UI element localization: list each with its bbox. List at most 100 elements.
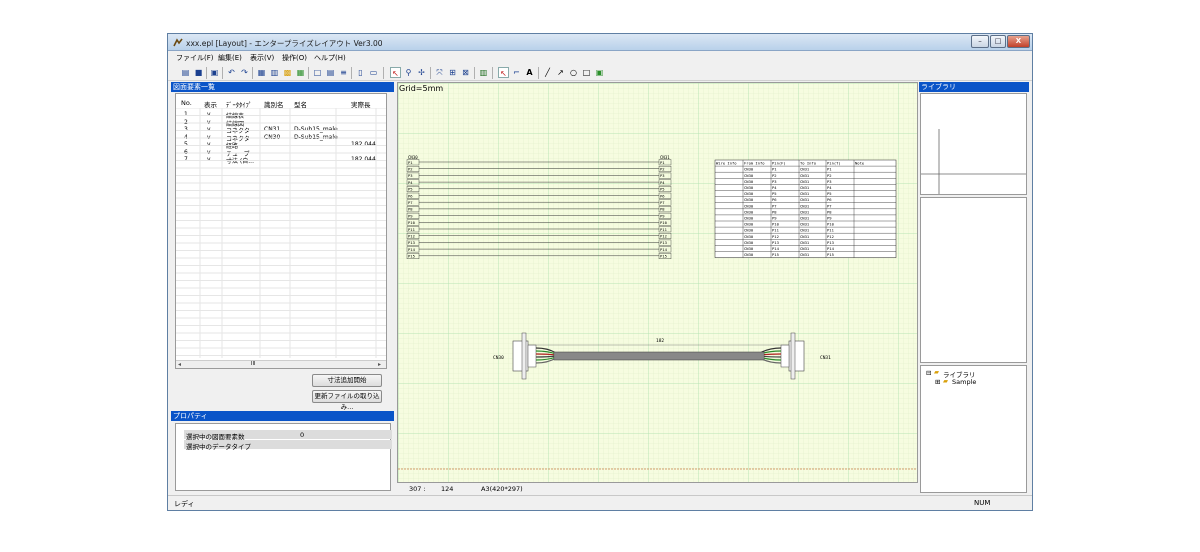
minimize-button[interactable]: – [971,35,989,48]
table-cell: P11 [827,228,835,233]
line-icon[interactable]: ╱ [542,67,553,78]
import-update-button[interactable]: 更新ファイルの取り込み... [312,390,382,411]
drawing-svg: CN30 CN31P1 P1P2 P2P3 P3P4 P4P5 P5P6 P6P7 P7P8 P8… [398,83,917,482]
horizontal-scrollbar[interactable]: ◂ III ▸ [176,360,386,368]
circle-icon[interactable]: ○ [568,67,579,78]
maximize-button[interactable]: □ [990,35,1006,48]
table-cell: P6 [772,197,777,202]
split-icon[interactable]: ▭ [368,67,379,78]
view-icon[interactable]: □ [312,67,323,78]
drawing-canvas[interactable]: CN30 CN31 P1 P1 P2 P2 P3 P3 P4 P4 P5 P5 P6 P6 P7 P7 P8 P8… [397,82,918,483]
pointer-icon[interactable]: ↖ [498,67,509,78]
scroll-left-icon[interactable]: ◂ [178,361,181,368]
pin-label-right: P14 [660,247,668,252]
pin-label-right: P1 [660,160,665,165]
print-icon[interactable]: ▣ [209,67,220,78]
connector-icon[interactable]: ▯ [355,67,366,78]
table-cell: P2 [772,173,777,178]
layout-icon[interactable]: ▦ [256,67,267,78]
tree-child-label[interactable]: Sample [952,378,976,386]
app-icon [173,38,183,47]
layer-icon[interactable]: ▥ [478,67,489,78]
menu-operate[interactable]: 操作(O) [282,53,307,63]
table-cell: CN30 [744,191,754,196]
open-folder-icon[interactable]: ▤ [180,67,191,78]
table-cell: CN31 [800,185,810,190]
copy-icon[interactable]: ▥ [269,67,280,78]
table-cell: CN31 [800,167,810,172]
link-icon[interactable]: ⌐ [511,67,522,78]
undo-icon[interactable]: ↶ [226,67,237,78]
element-list[interactable]: No. 表示 ﾃﾞｰﾀﾀｲﾌﾟ 識別名 型名 実際長 1 v 結線表 2 v 結線図 3 v コ… [175,93,387,369]
pin-label-right: P2 [660,167,665,172]
table-cell: CN30 [744,185,754,190]
table-cell: P13 [827,240,834,245]
pin-label-left: P8 [408,207,413,212]
library-title: ライブラリ [919,82,1029,92]
scroll-thumb[interactable]: III [251,361,255,367]
zoom-icon[interactable]: ⚲ [403,67,414,78]
table-cell: CN30 [744,234,754,239]
menu-bar: ファイル(F) 編集(E) 表示(V) 操作(O) ヘルプ(H) [168,52,1032,64]
properties-panel: 選択中の図面要素数 0 選択中のデータタイプ [175,423,392,491]
prop-count-value[interactable]: 0 [300,431,304,439]
pan-icon[interactable]: ✢ [416,67,427,78]
table-cell: CN31 [800,234,810,239]
table-cell: CN31 [800,240,810,245]
menu-help[interactable]: ヘルプ(H) [314,53,346,63]
folder-icon-sample: ▰ [943,377,948,385]
grid-label: Grid=5mm [399,84,444,93]
menu-view[interactable]: 表示(V) [250,53,274,63]
menu-file[interactable]: ファイル(F) [176,53,214,63]
table-cell: CN30 [744,240,754,245]
wire-table[interactable]: Wire Info From Info Pin(F) To Info Pin(T) Not… [714,159,897,258]
pin-label-right: P12 [660,234,667,239]
cable-bundle[interactable] [553,351,765,361]
fit-icon[interactable]: ⤧ [434,67,445,78]
menu-edit[interactable]: 編集(E) [218,53,242,63]
prop-row-count: 選択中の図面要素数 0 [184,430,392,441]
title-bar[interactable]: xxx.epl [Layout] - エンタープライズレイアウト Ver3.00… [168,34,1032,51]
table-cell: P9 [772,216,777,221]
zoom-in-icon[interactable]: ⊞ [447,67,458,78]
num-indicator: NUM [974,499,991,507]
table-cell: P13 [772,240,779,245]
library-detail [920,197,1027,363]
scroll-right-icon[interactable]: ▸ [378,361,381,368]
arrow-icon[interactable]: ↗ [555,67,566,78]
list-icon[interactable]: ≡ [338,67,349,78]
tree-root-expander[interactable]: ⊟ [926,369,931,377]
redo-icon[interactable]: ↷ [239,67,250,78]
col-no[interactable]: No. [181,99,192,107]
library-tree[interactable]: ⊟ ▰ ライブラリ ⊞ ▰ Sample [920,365,1027,493]
image-icon[interactable]: ▣ [594,67,605,78]
table-cell: CN30 [744,197,754,202]
table-cell: CN31 [800,216,810,221]
pin-label-right: P13 [660,240,667,245]
rect-icon[interactable]: □ [581,67,592,78]
window-title: xxx.epl [Layout] - エンタープライズレイアウト Ver3.00 [186,39,383,48]
close-button[interactable]: X [1007,35,1030,48]
table-cell: P9 [827,216,832,221]
text-icon[interactable]: A [524,67,535,78]
zoom-out-icon[interactable]: ⊠ [460,67,471,78]
coord-bar: 307 : 124 A3(420*297) [397,484,918,494]
pin-label-right: P3 [660,173,665,178]
table-icon[interactable]: ▤ [325,67,336,78]
grid-icon[interactable]: ▦ [295,67,306,78]
table-cell: P15 [772,252,779,257]
save-icon[interactable]: ■ [193,67,204,78]
tree-child-expander[interactable]: ⊞ [935,378,940,386]
add-dimension-button[interactable]: 寸法追加開始 [312,374,382,387]
select-icon[interactable]: ↖ [390,67,401,78]
grid-background [398,83,917,482]
toolbar: ▤ ■ ▣ ↶ ↷ ▦ ▥ ▩ ▦ □ ▤ ≡ ▯ ▭ ↖ ⚲ ✢ ⤧ ⊞ ⊠ … [168,65,1032,81]
pin-label-right: P8 [660,207,665,212]
table-cell: CN30 [744,252,754,257]
pin-label-right: P4 [660,180,665,185]
pin-label-left: P6 [408,193,413,198]
paste-icon[interactable]: ▩ [282,67,293,78]
pin-label-right: P9 [660,213,665,218]
table-header: Pin(F) [772,161,786,166]
table-cell: CN31 [800,222,810,227]
